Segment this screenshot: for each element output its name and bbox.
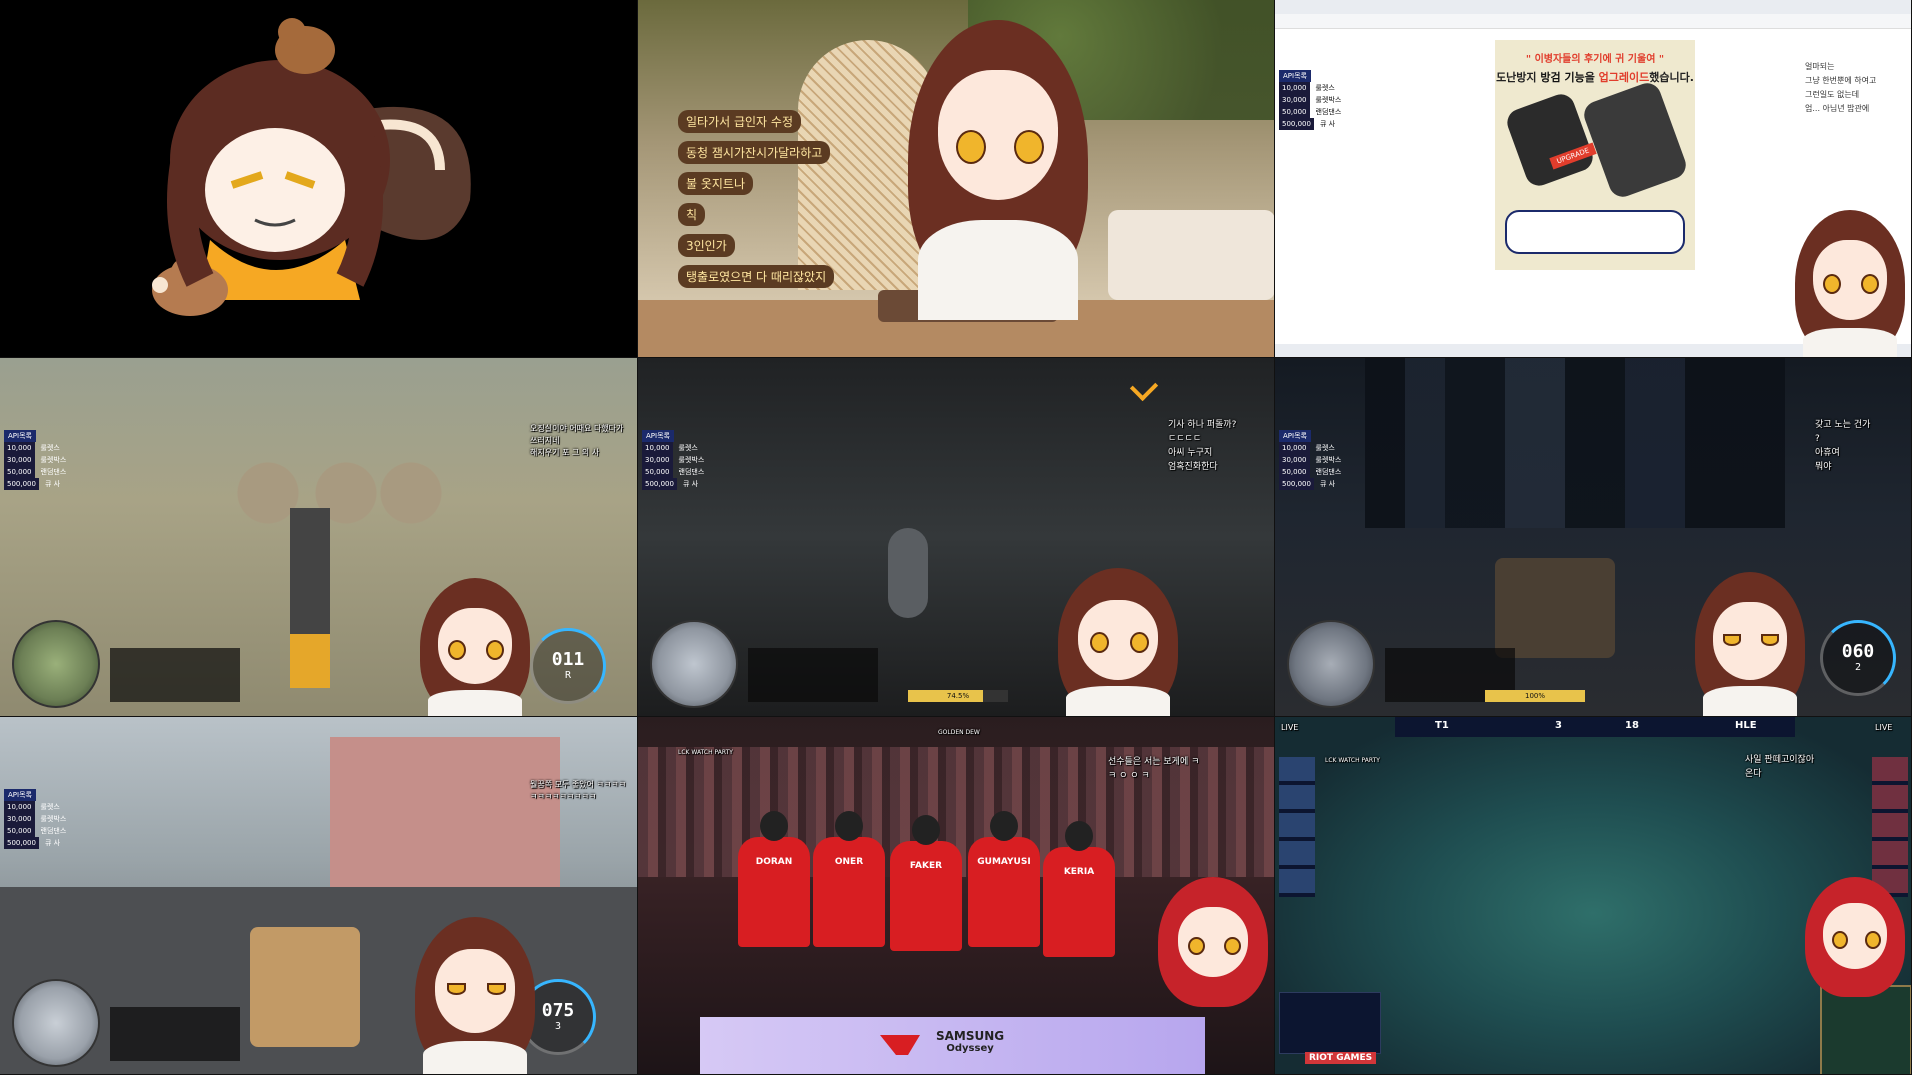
backpack-image (1580, 79, 1690, 201)
minimap (1287, 620, 1375, 708)
stage-brand: SAMSUNG Odyssey (936, 1029, 1005, 1054)
minimap (1820, 985, 1911, 1074)
speedometer: 060 2 (1820, 620, 1896, 696)
player-oner: ONER (813, 811, 885, 947)
live-left: LIVE (1281, 723, 1299, 732)
mission-progress-bar: 100% (1485, 690, 1585, 702)
browser-tab-bar (1275, 0, 1911, 14)
mission-progress-label: 100% (1524, 692, 1545, 700)
chat-bubble: 칙 (678, 203, 706, 226)
cell-gta-dark-interior: API목록 10,000 룰렛스 30,000 룰렛박스 50,000 랜덤댄스 50… (638, 358, 1275, 717)
chat-bubble: 3인인가 (678, 234, 735, 257)
riot-logo: RIOT GAMES (1305, 1052, 1377, 1064)
cell-gta-night-city: API목록 10,000 룰렛스 30,000 룰렛박스 50,000 랜덤댄스 50… (1275, 358, 1912, 717)
cell-browser-product-page: " 이병자들의 후기에 귀 기울여 " 도난방지 방검 기능을 업그레이드했습니… (1275, 0, 1912, 358)
banner-line-2: 도난방지 방검 기능을 업그레이드했습니다. (1496, 71, 1694, 84)
team-right-roster (1872, 757, 1908, 897)
chat-bubble: 불 옷지트나 (678, 172, 754, 195)
player-faker: FAKER (890, 815, 962, 951)
vtuber-avatar (415, 917, 535, 1074)
vtuber-avatar (1058, 568, 1178, 716)
stream-chat: 갖고 노는 건가 ? 아휴여 뭐야 (1815, 420, 1871, 472)
stream-chat: 오징실이야 어때요 다했다가 쓰러지네 해지우기 포 그 의 사 (530, 424, 624, 457)
cell-cozy-room-chat: 일타가서 급인자 수정 동청 잼시가잔시가달라하고 불 옷지트나 칙 3인인가 … (638, 0, 1275, 358)
banner-line-1: " 이병자들의 후기에 귀 기울여 " (1525, 54, 1665, 65)
t1-logo (880, 1035, 920, 1055)
minimap (12, 620, 100, 708)
donation-list: API목록 10,000 룰렛스 30,000 룰렛박스 50,000 랜덤댄스 50… (1279, 70, 1347, 130)
event-feed (110, 1007, 240, 1061)
watch-party-label: LCK WATCH PARTY (678, 749, 733, 756)
stream-chat: 사일 판떼고이잖아 온다 (1745, 755, 1815, 779)
stream-chat: 선수들은 서는 보게에 ㅋ ㅋ ㅇ ㅇ ㅋ (1108, 757, 1200, 781)
pickup-truck (250, 927, 360, 1047)
sponsor-label: GOLDEN DEW (938, 729, 980, 736)
vtuber-avatar-red-hood (1158, 877, 1268, 1007)
ability-panel (1279, 992, 1381, 1054)
chibi-squirrel-girl-illustration (152, 18, 471, 316)
vtuber-avatar (1695, 572, 1805, 716)
event-feed (748, 648, 878, 702)
chat-bubble: 탱출로였으면 다 때리잖았지 (678, 265, 835, 288)
minimap (650, 620, 738, 708)
cell-gta-forklift: API목록 10,000 룰렛스 30,000 룰렛박스 50,000 랜덤댄스 50… (0, 358, 638, 717)
side-chat: 얼마되는 그냥 한번뿐에 하여고 그런일도 없는데 엄... 아님년 밥관에 (1805, 62, 1877, 113)
checkpoint-marker (1129, 372, 1159, 402)
scoreboard-bar: T1 3 18 HLE (1395, 717, 1795, 737)
skyscrapers (1365, 358, 1785, 528)
chat-bubble: 동청 잼시가잔시가달라하고 (678, 141, 831, 164)
player-keria: KERIA (1043, 821, 1115, 957)
vtuber-avatar-red-hood (1805, 877, 1905, 997)
vtuber-avatar (1795, 210, 1905, 357)
vtuber-avatar (908, 20, 1088, 320)
cell-lol-game: T1 3 18 HLE LIVE LIVE LCK WATCH PARTY 사일… (1275, 717, 1912, 1075)
bed (1108, 210, 1274, 300)
stream-chat: 뭘꿈쪽 모두 좋았어 ㅋㅋㅋㅋ ㅋㅋㅋㅋㅋㅋㅋㅋㅋ (530, 780, 626, 801)
mission-progress-label: 74.5% (946, 692, 970, 700)
backpack-image (1503, 90, 1597, 190)
overlay-chat-list: 일타가서 급인자 수정 동청 잼시가잔시가달라하고 불 옷지트나 칙 3인인가 … (678, 110, 835, 296)
donation-list: API목록 10,000 룰렛스 30,000 룰렛박스 50,000 랜덤댄스 50… (1279, 430, 1347, 490)
team-left: T1 (1435, 720, 1449, 731)
forklift (290, 508, 330, 688)
character (888, 528, 928, 618)
team-left-roster (1279, 757, 1315, 897)
browser-address-bar (1275, 14, 1911, 29)
player-doran: DORAN (738, 811, 810, 947)
team-right: HLE (1735, 720, 1757, 731)
minimap (12, 979, 100, 1067)
donation-list: API목록 10,000 룰렛스 30,000 룰렛박스 50,000 랜덤댄스 50… (642, 430, 710, 490)
cell-chibi-emote (0, 0, 638, 358)
mission-progress-bar: 74.5% (908, 690, 1008, 702)
donation-list: API목록 10,000 룰렛스 30,000 룰렛박스 50,000 랜덤댄스 50… (4, 789, 72, 849)
cell-gta-day-road: API목록 10,000 룰렛스 30,000 룰렛박스 50,000 랜덤댄스 50… (0, 717, 638, 1075)
donation-list: API목록 10,000 룰렛스 30,000 룰렛박스 50,000 랜덤댄스 50… (4, 430, 72, 490)
live-right: LIVE (1875, 723, 1893, 732)
buildings (330, 737, 560, 887)
stream-highlight-grid: 일타가서 급인자 수정 동청 잼시가잔시가달라하고 불 옷지트나 칙 3인인가 … (0, 0, 1912, 1075)
cell-lck-stage: LCK WATCH PARTY GOLDEN DEW 선수들은 서는 보게에 ㅋ… (638, 717, 1275, 1075)
stream-chat: 기사 하나 퍼돌까? ㄷㄷㄷㄷ 아씨 누구지 엄혹진화한다 (1168, 420, 1237, 472)
score-left: 3 (1555, 720, 1562, 731)
watch-party-label: LCK WATCH PARTY (1325, 757, 1380, 764)
banner-info-box (1505, 210, 1685, 254)
product-banner: " 이병자들의 후기에 귀 기울여 " 도난방지 방검 기능을 업그레이드했습니… (1495, 40, 1695, 270)
speedometer: 011 R (530, 628, 606, 704)
chat-bubble: 일타가서 급인자 수정 (678, 110, 801, 133)
event-feed (110, 648, 240, 702)
score-right: 18 (1625, 720, 1639, 731)
pickup-truck (1495, 558, 1615, 658)
stage-banner: SAMSUNG Odyssey (700, 1017, 1205, 1074)
player-gumayusi: GUMAYUSI (968, 811, 1040, 947)
vtuber-avatar (420, 578, 530, 716)
